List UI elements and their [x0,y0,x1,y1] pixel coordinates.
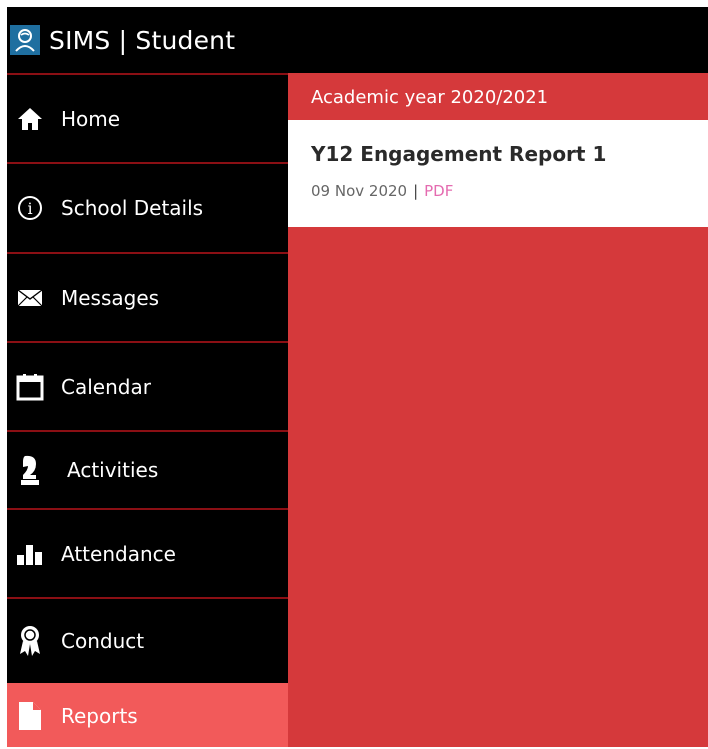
award-icon [13,624,47,658]
sidebar-item-label: Attendance [61,541,176,566]
sidebar-item-home[interactable]: Home [7,73,288,162]
sidebar-item-label: Calendar [61,374,151,399]
bar-chart-icon [13,537,47,571]
meta-separator: | [413,182,419,200]
sidebar-item-school-details[interactable]: i School Details [7,162,288,252]
app-title: SIMS | Student [49,25,236,55]
sidebar-item-messages[interactable]: Messages [7,252,288,341]
sidebar-item-attendance[interactable]: Attendance [7,508,288,597]
report-meta: 09 Nov 2020 | PDF [311,182,453,200]
home-icon [13,102,47,136]
chess-knight-icon [13,453,47,487]
report-item[interactable]: Y12 Engagement Report 1 09 Nov 2020 | PDF [288,120,708,227]
sidebar: Home i School Details Messages Calendar … [7,73,288,747]
svg-text:i: i [27,199,32,218]
report-date: 09 Nov 2020 [311,182,408,200]
report-title[interactable]: Y12 Engagement Report 1 [311,142,606,166]
sidebar-item-label: Messages [61,285,160,310]
sidebar-item-label: Reports [61,704,138,728]
top-bar: SIMS | Student [7,7,708,73]
app-window: SIMS | Student Home i School Details Mes… [7,7,708,747]
info-icon: i [13,191,47,225]
sidebar-item-label: School Details [61,196,204,220]
pdf-link[interactable]: PDF [424,182,453,200]
calendar-icon [13,370,47,404]
envelope-icon [13,281,47,315]
sidebar-item-conduct[interactable]: Conduct [7,597,288,683]
sidebar-item-activities[interactable]: Activities [7,430,288,508]
sidebar-item-label: Activities [67,458,159,482]
academic-year-header: Academic year 2020/2021 [311,86,549,108]
reports-panel: Academic year 2020/2021 Y12 Engagement R… [288,73,708,747]
student-avatar-icon[interactable] [10,25,40,55]
sidebar-item-label: Conduct [61,629,145,653]
sidebar-item-reports[interactable]: Reports [7,683,288,747]
sidebar-item-label: Home [61,106,121,131]
sidebar-item-calendar[interactable]: Calendar [7,341,288,430]
document-icon [13,699,47,733]
